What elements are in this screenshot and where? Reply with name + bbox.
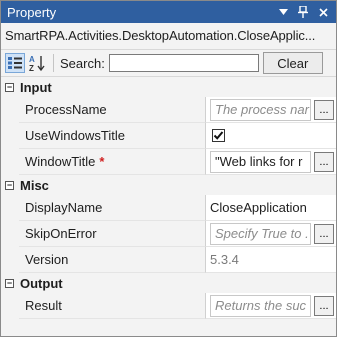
property-row-skiponerror: SkipOnError Specify True to . ... — [1, 221, 336, 247]
property-toolbar: A Z Search: Clear — [1, 49, 336, 77]
usewindowstitle-checkbox[interactable] — [212, 129, 225, 142]
windowtitle-input[interactable]: "Web links for r — [210, 150, 311, 173]
svg-text:Z: Z — [29, 64, 34, 72]
property-name: UseWindowsTitle — [19, 123, 205, 149]
collapse-icon[interactable]: − — [5, 278, 14, 288]
processname-input[interactable]: The process nar — [210, 98, 311, 121]
property-name: Version — [19, 247, 205, 273]
category-label: Output — [20, 275, 63, 291]
search-label: Search: — [60, 55, 105, 71]
required-indicator: * — [99, 154, 105, 169]
alphabetical-sort-icon[interactable]: A Z — [27, 53, 47, 73]
collapse-icon[interactable]: − — [5, 180, 14, 190]
property-grid: − Input ProcessName The process nar ... … — [1, 77, 336, 319]
collapse-icon[interactable]: − — [5, 82, 14, 92]
property-row-version: Version 5.3.4 — [1, 247, 336, 273]
categorized-view-icon[interactable] — [5, 53, 25, 73]
panel-title: Property — [7, 4, 57, 20]
result-input[interactable]: Returns the suc — [210, 294, 311, 317]
ellipsis-button[interactable]: ... — [314, 99, 334, 120]
skiponerror-input[interactable]: Specify True to . — [210, 222, 311, 245]
property-panel: Property SmartRPA.Activities.DesktopAuto… — [0, 0, 337, 337]
property-name: WindowTitle * — [19, 149, 205, 175]
category-output[interactable]: − Output — [1, 273, 336, 293]
property-name: SkipOnError — [19, 221, 205, 247]
ellipsis-button[interactable]: ... — [314, 151, 334, 172]
property-value: "Web links for r ... — [205, 149, 336, 175]
property-row-result: Result Returns the suc ... — [1, 293, 336, 319]
chevron-down-icon[interactable] — [276, 5, 290, 19]
property-name: DisplayName — [19, 195, 205, 221]
search-input[interactable] — [108, 54, 259, 72]
property-value: Specify True to . ... — [205, 221, 336, 247]
clear-button[interactable]: Clear — [262, 52, 323, 74]
displayname-input[interactable]: CloseApplication — [206, 200, 307, 215]
category-input[interactable]: − Input — [1, 77, 336, 97]
property-name: Result — [19, 293, 205, 319]
property-name: ProcessName — [19, 97, 205, 123]
checkmark-icon — [213, 131, 224, 140]
property-value: CloseApplication — [205, 195, 336, 221]
property-row-usewindowstitle: UseWindowsTitle — [1, 123, 336, 149]
pin-icon[interactable] — [296, 5, 310, 19]
property-row-processname: ProcessName The process nar ... — [1, 97, 336, 123]
version-value: 5.3.4 — [210, 252, 239, 267]
property-label: WindowTitle — [25, 154, 96, 169]
activity-type-name: SmartRPA.Activities.DesktopAutomation.Cl… — [1, 23, 336, 49]
toolbar-divider — [53, 54, 54, 72]
property-value: Returns the suc ... — [205, 293, 336, 319]
category-misc[interactable]: − Misc — [1, 175, 336, 195]
property-row-displayname: DisplayName CloseApplication — [1, 195, 336, 221]
property-value: The process nar ... — [205, 97, 336, 123]
close-icon[interactable] — [316, 5, 330, 19]
ellipsis-button[interactable]: ... — [314, 223, 334, 244]
svg-text:A: A — [29, 55, 35, 64]
panel-titlebar: Property — [1, 1, 336, 23]
property-row-windowtitle: WindowTitle * "Web links for r ... — [1, 149, 336, 175]
property-value: 5.3.4 — [205, 247, 336, 273]
category-label: Misc — [20, 177, 49, 193]
property-value — [205, 123, 336, 149]
ellipsis-button[interactable]: ... — [314, 295, 334, 316]
category-label: Input — [20, 79, 52, 95]
